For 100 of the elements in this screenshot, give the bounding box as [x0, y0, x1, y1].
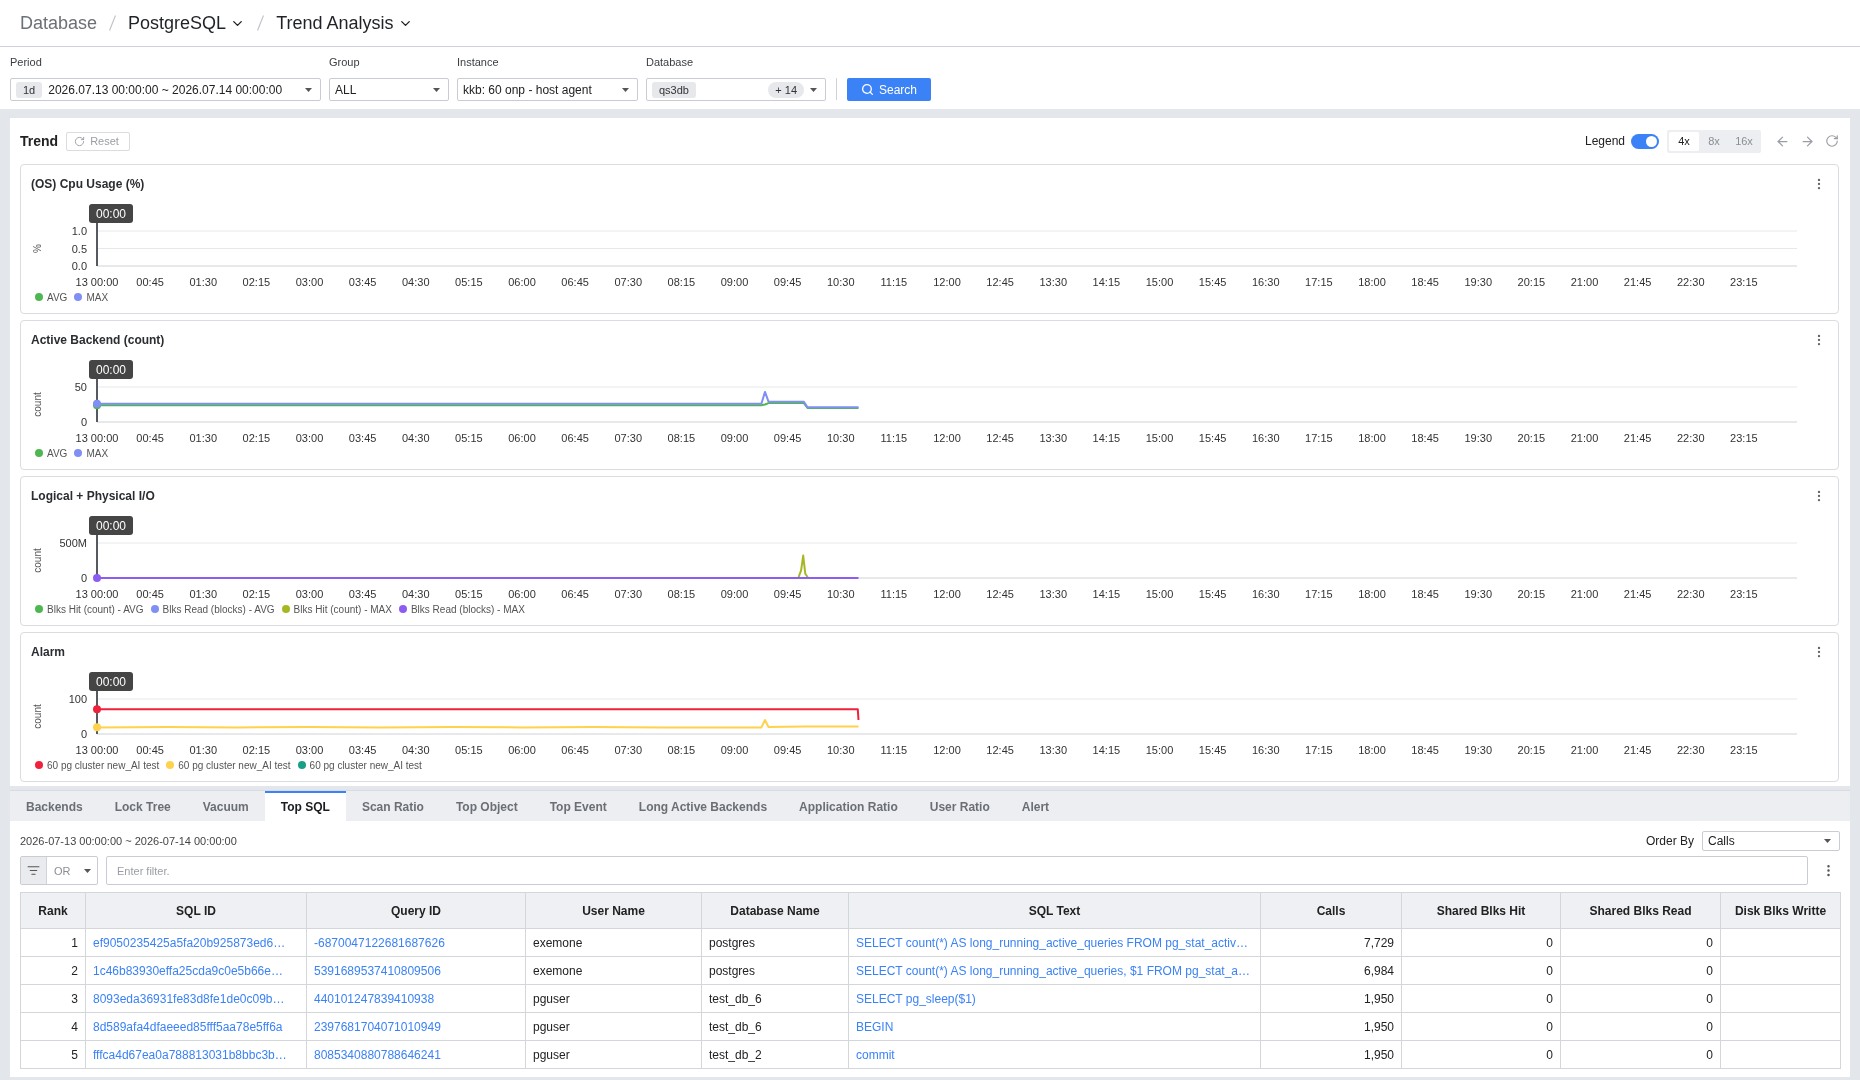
axis-label: 13 00:00	[75, 744, 119, 756]
axis-label: 10:30	[827, 588, 855, 600]
column-header: Database Name	[701, 892, 849, 929]
column-header: Disk Blks Writte	[1720, 892, 1841, 929]
database-tag: qs3db	[652, 81, 696, 98]
axis-label: 09:00	[720, 744, 749, 756]
axis-label: 15:45	[1198, 744, 1227, 756]
table-cell: exemone	[525, 928, 702, 957]
cursor-line	[96, 378, 98, 423]
axis-label: 18:00	[1358, 432, 1386, 444]
axis-title: count	[32, 392, 43, 417]
table-link[interactable]: SELECT pg_sleep($1)	[856, 991, 976, 1006]
axis-label: 11:15	[880, 744, 908, 756]
axis-label: 15:45	[1198, 588, 1227, 600]
axis-label: 16:30	[1252, 744, 1280, 756]
time-tooltip: 00:00	[89, 672, 133, 691]
refresh-icon[interactable]	[1825, 134, 1839, 148]
arrow-right-icon[interactable]	[1800, 133, 1815, 149]
axis-label: 18:45	[1411, 432, 1439, 444]
axis-label: 05:15	[455, 744, 483, 756]
tab[interactable]: Top SQL	[264, 791, 346, 821]
axis-label: 08:15	[667, 588, 696, 600]
axis-label: 01:30	[189, 588, 217, 600]
table-cell: 3	[20, 984, 86, 1013]
tab[interactable]: User Ratio	[913, 791, 1006, 821]
axis-label: 06:45	[561, 432, 589, 444]
group-select[interactable]: ALL	[329, 78, 449, 101]
axis-label: 00:45	[136, 744, 164, 756]
chart-title: Logical + Physical I/O	[31, 489, 155, 503]
tab[interactable]: Scan Ratio	[345, 791, 440, 821]
point-marker	[93, 723, 101, 732]
axis-label: 06:00	[508, 744, 536, 756]
axis-label: 04:30	[402, 744, 430, 756]
breadcrumb-item[interactable]: PostgreSQL	[128, 12, 246, 34]
tab[interactable]: Lock Tree	[98, 791, 187, 821]
breadcrumb-item[interactable]: Database	[20, 12, 98, 34]
axis-label: 22:30	[1677, 744, 1705, 756]
axis-label: 01:30	[189, 432, 217, 444]
table-cell: 4	[20, 1012, 86, 1041]
column-header: Shared Blks Read	[1560, 892, 1721, 929]
instance-select[interactable]: kkb: 60 onp - host agent	[457, 78, 638, 101]
axis-label: 18:00	[1358, 588, 1386, 600]
breadcrumb-item[interactable]: Trend Analysis	[276, 12, 413, 34]
table-cell: 1,950	[1260, 984, 1402, 1013]
axis-label: 13:30	[1039, 588, 1067, 600]
axis-label: 03:00	[295, 588, 324, 600]
axis-label: 21:45	[1623, 432, 1652, 444]
axis-label: 17:15	[1305, 744, 1333, 756]
table-cell: pguser	[525, 984, 702, 1013]
zoom-option[interactable]: 8x	[1699, 131, 1729, 151]
axis-title: count	[32, 704, 43, 729]
period-select[interactable]: 1d 2026.07.13 00:00:00 ~ 2026.07.14 00:00:00	[10, 78, 321, 101]
table-cell: 0	[1560, 1040, 1721, 1069]
column-header: Query ID	[306, 892, 526, 929]
table-link[interactable]: BEGIN	[856, 1019, 894, 1034]
axis-label: 04:30	[402, 588, 430, 600]
table-cell: 6,984	[1260, 956, 1402, 985]
legend-label: AVG	[47, 447, 68, 459]
legend-label: 60 pg cluster new_AI test	[178, 759, 291, 771]
caret-icon	[622, 87, 629, 92]
refresh-icon	[74, 135, 86, 147]
tab[interactable]: Application Ratio	[783, 791, 914, 821]
table-link[interactable]: commit	[856, 1047, 895, 1062]
axis-label: 13:30	[1039, 432, 1067, 444]
order-by-select[interactable]: Calls	[1702, 831, 1840, 851]
legend-label: MAX	[86, 447, 109, 459]
tab[interactable]: Top Object	[439, 791, 534, 821]
axis-label: 21:00	[1570, 432, 1599, 444]
axis-label: 100	[68, 693, 87, 705]
axis-label: 21:45	[1623, 588, 1652, 600]
tab[interactable]: Alert	[1005, 791, 1066, 821]
database-select[interactable]: qs3db + 14	[646, 78, 826, 101]
zoom-option[interactable]: 16x	[1729, 131, 1759, 151]
field-label: Instance	[457, 56, 500, 69]
table-cell: postgres	[701, 928, 849, 957]
zoom-option[interactable]: 4x	[1669, 131, 1699, 151]
table-cell: 0	[1401, 1040, 1561, 1069]
tab[interactable]: Long Active Backends	[622, 791, 784, 821]
tab[interactable]: Vacuum	[186, 791, 265, 821]
tab[interactable]: Top Event	[533, 791, 623, 821]
axis-label: 02:15	[242, 588, 271, 600]
axis-label: 0	[80, 572, 87, 584]
axis-label: 12:45	[986, 744, 1014, 756]
axis-title: count	[32, 548, 43, 573]
axis-label: 12:00	[933, 744, 961, 756]
axis-label: 10:30	[827, 432, 855, 444]
axis-label: 22:30	[1677, 432, 1705, 444]
legend-label: Legend	[1584, 134, 1625, 148]
tab[interactable]: Backends	[10, 791, 99, 821]
axis-label: 00:45	[136, 588, 164, 600]
search-button[interactable]: Search	[847, 78, 931, 101]
time-tooltip: 00:00	[89, 516, 133, 535]
axis-label: 09:00	[720, 588, 749, 600]
axis-label: 06:45	[561, 588, 589, 600]
legend-toggle[interactable]	[1631, 133, 1659, 149]
axis-label: 11:15	[880, 432, 908, 444]
table-cell: 0	[1560, 1012, 1721, 1041]
filter-input[interactable]: Enter filter.	[106, 856, 1808, 885]
column-header: SQL Text	[848, 892, 1261, 929]
caret-icon	[1824, 839, 1831, 843]
